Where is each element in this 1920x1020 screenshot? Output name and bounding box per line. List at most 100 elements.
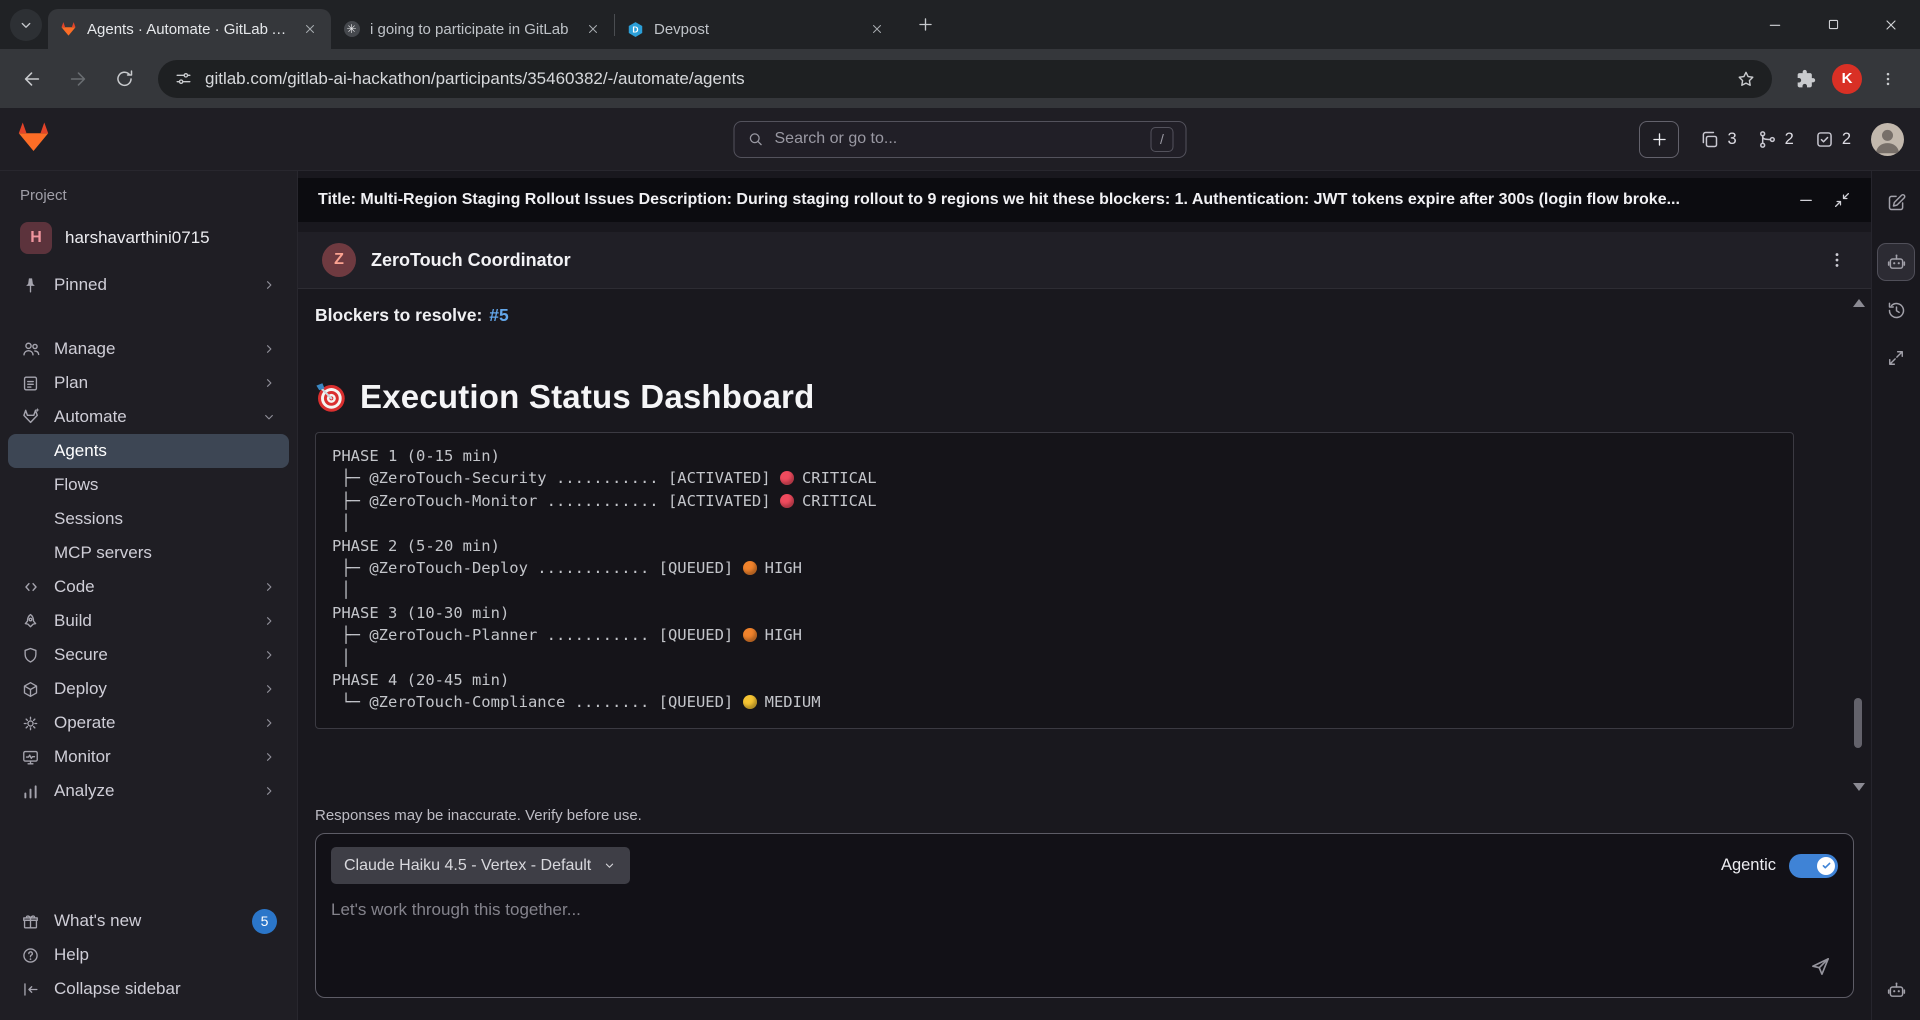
forward-button[interactable] [58,59,98,99]
forward-arrow-icon [70,71,86,86]
whats-new-badge: 5 [252,908,277,934]
status-dot-icon [742,561,757,576]
sidebar-item-manage[interactable]: Manage [8,332,289,366]
address-bar[interactable]: gitlab.com/gitlab-ai-hackathon/participa… [158,59,1772,98]
scroll-up-button[interactable] [1853,299,1865,307]
browser-menu-button[interactable] [1868,59,1908,99]
bookmark-star-icon[interactable] [1736,69,1756,89]
sidebar-item-sessions[interactable]: Sessions [8,502,289,536]
project-switcher[interactable]: H harshavarthini0715 [8,216,289,260]
sidebar-item-deploy[interactable]: Deploy [8,672,289,706]
model-selector-button[interactable]: Claude Haiku 4.5 - Vertex - Default [331,847,631,884]
tab-search-button[interactable] [10,8,42,41]
context-banner[interactable]: Title: Multi-Region Staging Rollout Issu… [298,178,1871,222]
blockers-issue-link[interactable]: #5 [489,305,508,325]
chevron-right-icon [261,613,277,629]
chat-input[interactable] [331,900,1231,964]
sidebar-item-label: Flows [54,475,99,494]
reload-button[interactable] [104,59,144,99]
browser-tab-devpost[interactable]: D Devpost [615,9,898,49]
edit-pencil-icon [1888,193,1905,210]
agentic-toggle[interactable] [1789,853,1838,878]
tab-close-button[interactable] [299,18,321,40]
banner-minimize-button[interactable] [1797,191,1815,209]
sidebar-item-plan[interactable]: Plan [8,366,289,400]
browser-profile-avatar[interactable]: K [1832,63,1862,94]
back-button[interactable] [12,59,52,99]
extensions-button[interactable] [1786,59,1826,99]
sidebar-item-help[interactable]: Help [8,938,289,972]
banner-collapse-button[interactable] [1833,191,1851,209]
chevron-right-icon [261,647,277,663]
sidebar-item-secure[interactable]: Secure [8,638,289,672]
code-line: PHASE 2 (5-20 min) [332,536,500,555]
user-avatar[interactable] [1871,122,1904,156]
plus-icon [1653,132,1666,146]
sidebar-item-build[interactable]: Build [8,604,289,638]
minimize-icon [1769,24,1781,26]
model-selector-label: Claude Haiku 4.5 - Vertex - Default [344,856,592,874]
collapse-sidebar-button[interactable]: Collapse sidebar [8,972,289,1006]
new-tab-button[interactable] [908,8,942,42]
sidebar-item-flows[interactable]: Flows [8,468,289,502]
tab-close-button[interactable] [866,18,888,40]
minimize-button[interactable] [1746,0,1804,49]
status-code-block: PHASE 1 (0-15 min) ├─ @ZeroTouch-Securit… [315,432,1794,729]
merge-requests-indicator[interactable]: 2 [1757,129,1794,150]
browser-window: Agents · Automate · GitLab AI H ✳ i goin… [0,0,1920,1020]
todos-count: 2 [1841,129,1851,148]
context-banner-text: Title: Multi-Region Staging Rollout Issu… [318,191,1680,208]
gear-icon [20,714,41,733]
duo-chat-button[interactable] [1878,972,1914,1008]
close-button[interactable] [1862,0,1920,49]
browser-tab-gitlab[interactable]: Agents · Automate · GitLab AI H [48,9,331,49]
global-search[interactable]: Search or go to... / [733,120,1187,158]
code-line: ├─ @ZeroTouch-Security ........... [ACTI… [332,469,877,488]
sidebar-item-label: Collapse sidebar [54,979,181,998]
code-line: │ [332,514,351,533]
create-new-button[interactable] [1639,120,1680,158]
new-chat-button[interactable] [1878,184,1914,220]
sidebar-item-monitor[interactable]: Monitor [8,740,289,774]
expand-panel-button[interactable] [1878,340,1914,376]
sidebar-item-agents[interactable]: Agents [8,434,289,468]
send-button[interactable] [1801,947,1839,985]
agent-header: Z ZeroTouch Coordinator [298,232,1871,289]
sidebar-item-label: Sessions [54,509,123,528]
shield-icon [20,646,41,665]
sidebar-item-operate[interactable]: Operate [8,706,289,740]
browser-tab-chat[interactable]: ✳ i going to participate in GitLab [331,9,614,49]
sidebar-item-code[interactable]: Code [8,570,289,604]
kebab-icon [1886,72,1890,85]
issues-indicator[interactable]: 3 [1699,129,1737,150]
status-level: MEDIUM [764,693,821,712]
tab-close-button[interactable] [582,18,604,40]
sidebar-item-automate[interactable]: Automate [8,400,289,434]
sidebar-item-label: Automate [54,407,127,426]
close-icon [1886,19,1896,30]
todos-indicator[interactable]: 2 [1814,129,1851,150]
chevron-down-icon [606,863,614,868]
gitlab-favicon [60,21,77,38]
gitlab-topbar: Search or go to... / 3 2 2 [0,108,1920,171]
sidebar-item-label: What's new [54,911,142,930]
code-line: PHASE 4 (20-45 min) [332,671,510,690]
sidebar-item-mcp-servers[interactable]: MCP servers [8,536,289,570]
sidebar-section-label: Project [20,187,67,204]
scroll-down-button[interactable] [1853,783,1865,791]
agents-panel-button[interactable] [1878,244,1914,280]
agentic-label: Agentic [1720,856,1776,874]
sidebar-item-pinned[interactable]: Pinned [8,268,289,302]
history-button[interactable] [1878,292,1914,328]
scrollbar-thumb[interactable] [1854,697,1862,748]
agent-name: ZeroTouch Coordinator [371,249,571,270]
sidebar-item-analyze[interactable]: Analyze [8,774,289,808]
sidebar-item-label: Secure [54,645,108,664]
agent-menu-button[interactable] [1827,250,1847,270]
site-info-icon[interactable] [174,69,193,88]
sidebar-item-whats-new[interactable]: What's new 5 [8,904,289,938]
gitlab-logo[interactable] [16,120,51,159]
sidebar-item-label: Help [54,945,89,964]
maximize-button[interactable] [1804,0,1862,49]
issues-icon [1703,131,1718,147]
